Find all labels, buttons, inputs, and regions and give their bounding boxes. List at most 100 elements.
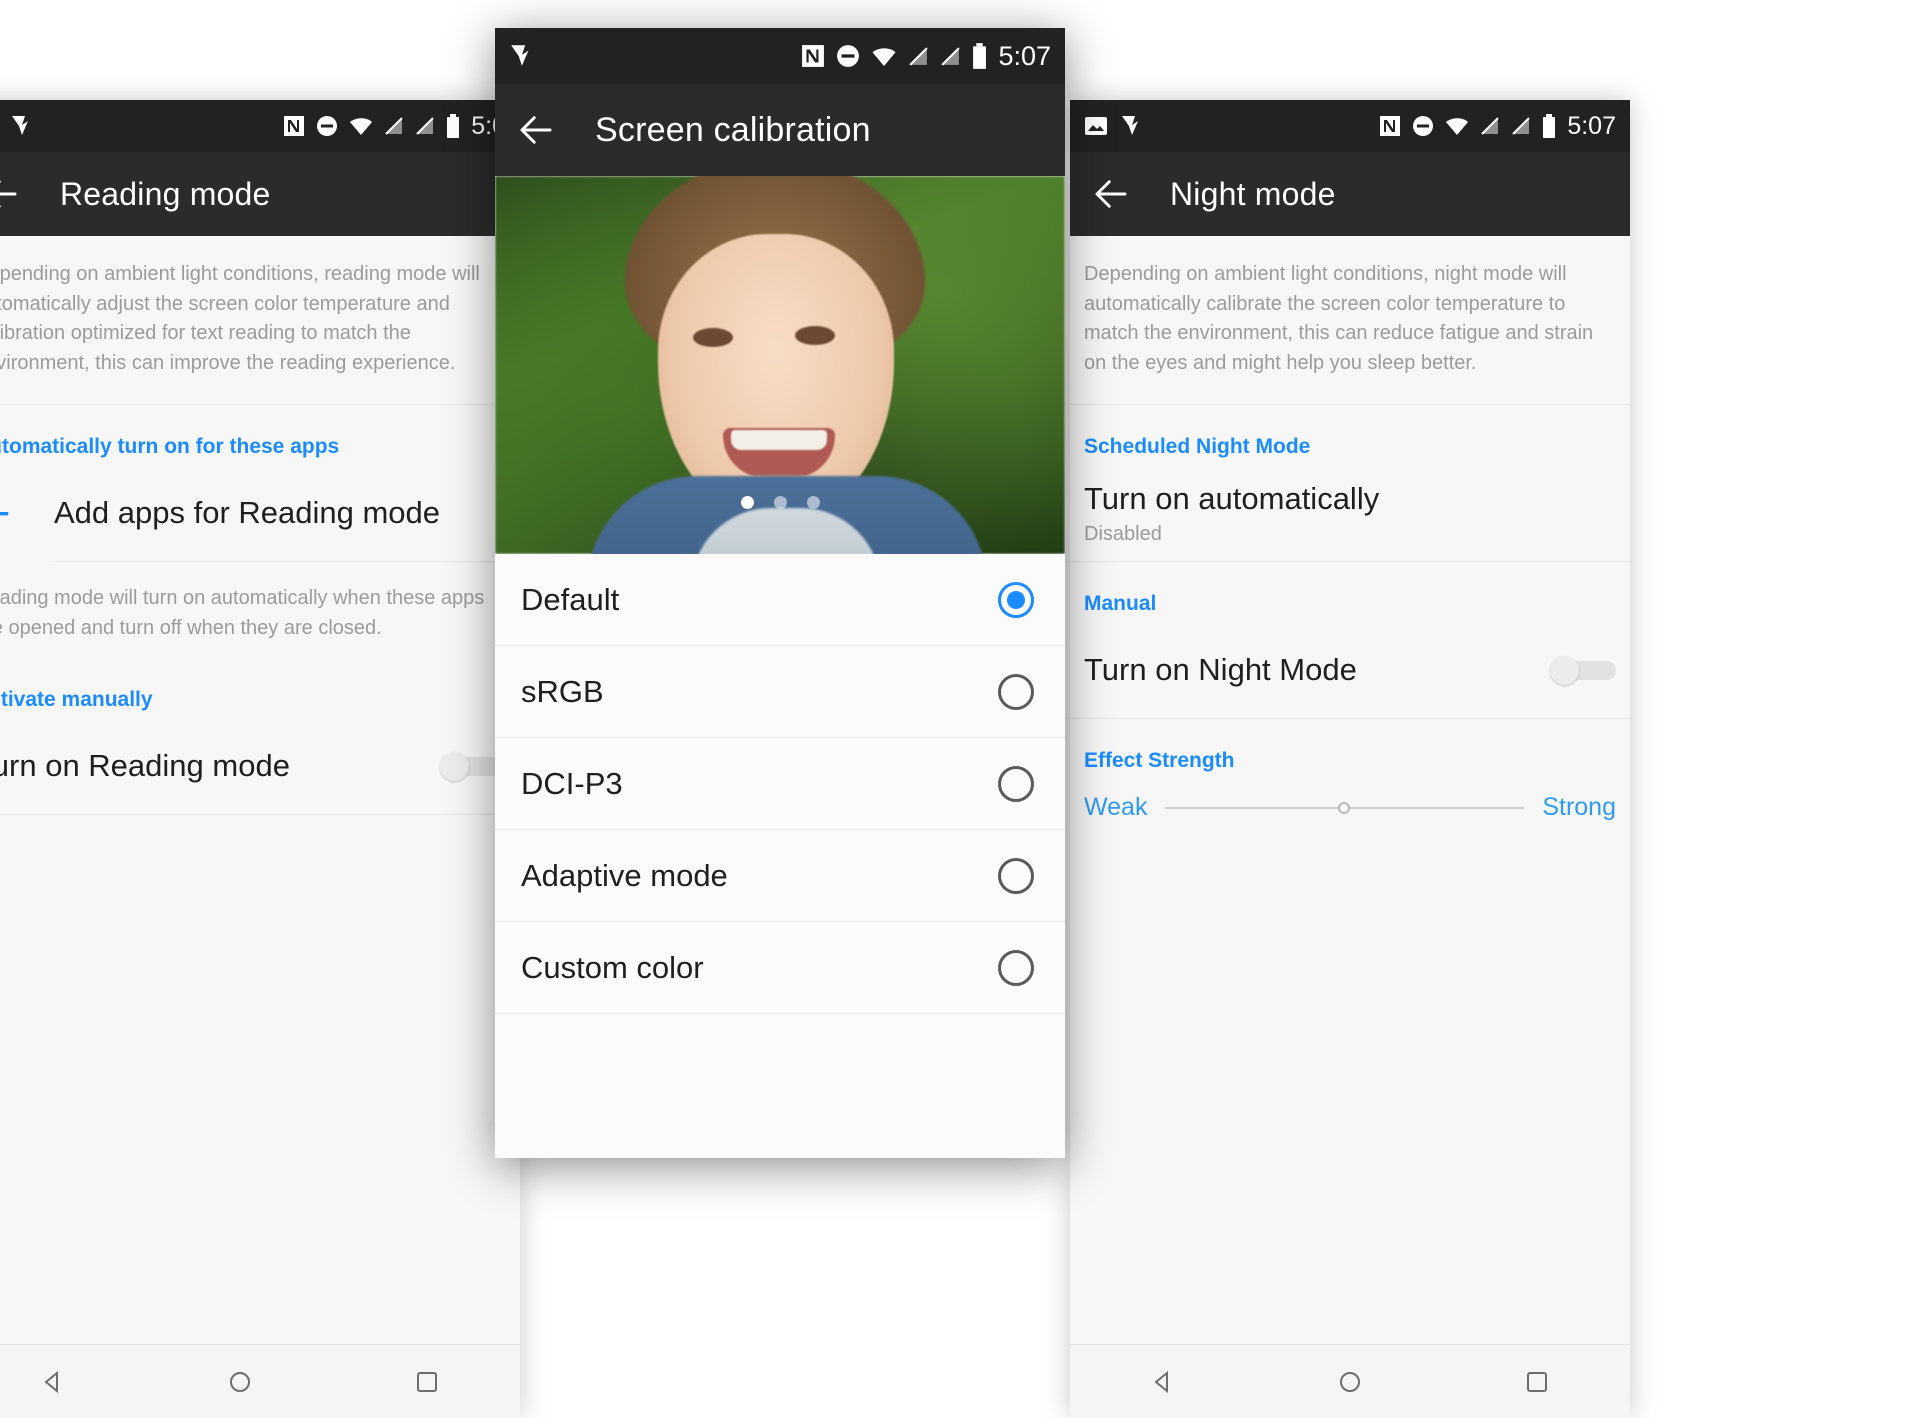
signal-off-icon: [908, 46, 929, 67]
battery-icon: [446, 114, 460, 138]
system-nav-bar: [0, 1344, 520, 1418]
nfc-icon: [283, 115, 305, 137]
status-bar-time: 5:07: [998, 40, 1051, 71]
add-apps-row[interactable]: + Add apps for Reading mode: [0, 465, 520, 561]
option-radio-srgb[interactable]: [998, 673, 1034, 710]
night-mode-description: Depending on ambient light conditions, n…: [1070, 236, 1630, 406]
turn-on-automatically-status: Disabled: [1084, 522, 1162, 545]
option-radio-default[interactable]: [998, 581, 1034, 618]
night-mode-phone-panel: 5:07 Night mode Depending on ambient lig…: [1070, 100, 1630, 1418]
checkbox-app-icon: [1120, 113, 1146, 139]
signal-off-icon: [1480, 116, 1500, 136]
slider-min-label: Weak: [1084, 793, 1148, 822]
nav-home-button[interactable]: [225, 1367, 255, 1397]
effect-strength-slider-row[interactable]: Weak Strong: [1070, 779, 1630, 822]
wifi-icon: [871, 46, 897, 67]
status-bar: 5:07: [495, 28, 1065, 84]
wifi-icon: [1445, 116, 1469, 136]
carousel-dot-3[interactable]: [806, 496, 820, 509]
page-title: Screen calibration: [595, 110, 871, 149]
nfc-icon: [1379, 115, 1401, 137]
dnd-icon: [836, 44, 860, 68]
night-mode-content: Depending on ambient light conditions, n…: [1070, 236, 1630, 1344]
reading-mode-content: Depending on ambient light conditions, r…: [0, 236, 520, 1344]
status-bar: 5:0: [0, 100, 520, 152]
turn-on-automatically-label: Turn on automatically: [1084, 480, 1380, 516]
divider: [0, 813, 520, 815]
carousel-dots[interactable]: [495, 496, 1065, 509]
section-activate-manually: Activate manually: [0, 687, 153, 711]
nav-back-button[interactable]: [38, 1367, 68, 1397]
checkbox-app-icon: [509, 42, 537, 70]
signal-off-icon-2: [940, 46, 961, 67]
calibration-preview-image: [495, 176, 1065, 554]
option-label: sRGB: [521, 673, 604, 709]
back-arrow-icon[interactable]: [515, 109, 557, 151]
slider-thumb[interactable]: [1337, 801, 1350, 814]
system-nav-bar: [1070, 1344, 1630, 1418]
option-radio-custom-color[interactable]: [998, 949, 1034, 986]
option-row-adaptive-mode[interactable]: Adaptive mode: [495, 830, 1065, 922]
option-radio-adaptive-mode[interactable]: [998, 857, 1034, 894]
turn-on-reading-mode-label: Turn on Reading mode: [0, 747, 290, 783]
dnd-icon: [1412, 115, 1434, 137]
calibration-options-list: Default sRGB DCI-P3 Adaptive mode Custom: [495, 554, 1065, 1158]
image-icon: [1084, 114, 1108, 138]
carousel-dot-1[interactable]: [740, 496, 754, 509]
status-bar-time: 5:07: [1567, 111, 1616, 140]
battery-icon: [972, 43, 987, 69]
list-empty-area: [495, 1014, 1065, 1158]
option-row-dcip3[interactable]: DCI-P3: [495, 738, 1065, 830]
option-label: Default: [521, 581, 620, 617]
turn-on-night-mode-toggle[interactable]: [1550, 656, 1616, 686]
turn-on-night-mode-label: Turn on Night Mode: [1084, 652, 1357, 688]
nav-home-button[interactable]: [1335, 1367, 1365, 1397]
app-bar: Reading mode: [0, 152, 520, 236]
nav-recents-button[interactable]: [412, 1367, 442, 1397]
back-arrow-icon[interactable]: [1090, 173, 1132, 215]
back-arrow-icon[interactable]: [0, 173, 22, 215]
nav-recents-button[interactable]: [1522, 1367, 1552, 1397]
preview-subject-eye-right: [795, 326, 835, 345]
option-row-srgb[interactable]: sRGB: [495, 646, 1065, 738]
nav-back-button[interactable]: [1148, 1367, 1178, 1397]
page-title: Night mode: [1170, 175, 1336, 212]
dnd-icon: [316, 115, 338, 137]
plus-icon: +: [0, 490, 20, 536]
page-title: Reading mode: [60, 175, 271, 212]
option-label: DCI-P3: [521, 765, 623, 801]
status-bar: 5:07: [1070, 100, 1630, 152]
option-row-default[interactable]: Default: [495, 554, 1065, 646]
section-manual: Manual: [1084, 592, 1157, 616]
preview-subject-eye-left: [693, 328, 733, 347]
screen-calibration-phone-panel: 5:07 Screen calibration Default sRGB DCI…: [495, 28, 1065, 1158]
wifi-icon: [349, 116, 373, 136]
toggle-knob: [440, 751, 469, 781]
option-label: Adaptive mode: [521, 857, 728, 893]
preview-subject-teeth: [731, 430, 827, 450]
option-label: Custom color: [521, 949, 704, 985]
turn-on-reading-mode-row[interactable]: Turn on Reading mode: [0, 718, 520, 814]
app-bar: Night mode: [1070, 152, 1630, 236]
option-radio-dcip3[interactable]: [998, 765, 1034, 802]
app-bar: Screen calibration: [495, 84, 1065, 176]
reading-mode-phone-panel: 5:0 Reading mode Depending on ambient li…: [0, 100, 520, 1418]
slider-max-label: Strong: [1542, 793, 1616, 822]
checkbox-app-icon: [10, 113, 36, 139]
nfc-icon: [801, 44, 825, 68]
screenshot-root: 5:0 Reading mode Depending on ambient li…: [0, 0, 1920, 1418]
signal-off-icon: [384, 116, 404, 136]
signal-off-icon-2: [415, 116, 435, 136]
add-apps-label: Add apps for Reading mode: [54, 495, 441, 531]
option-row-custom-color[interactable]: Custom color: [495, 922, 1065, 1014]
reading-mode-hint: Reading mode will turn on automatically …: [0, 587, 485, 639]
section-scheduled-night-mode: Scheduled Night Mode: [1084, 435, 1311, 459]
carousel-dot-2[interactable]: [773, 496, 787, 509]
effect-strength-slider[interactable]: [1165, 801, 1525, 814]
section-auto-apps: Automatically turn on for these apps: [0, 435, 340, 459]
battery-icon: [1542, 114, 1556, 138]
turn-on-automatically-row[interactable]: Turn on automatically Disabled: [1070, 465, 1630, 561]
toggle-knob: [1550, 656, 1579, 686]
section-effect-strength: Effect Strength: [1084, 749, 1235, 773]
turn-on-night-mode-row[interactable]: Turn on Night Mode: [1070, 622, 1630, 718]
